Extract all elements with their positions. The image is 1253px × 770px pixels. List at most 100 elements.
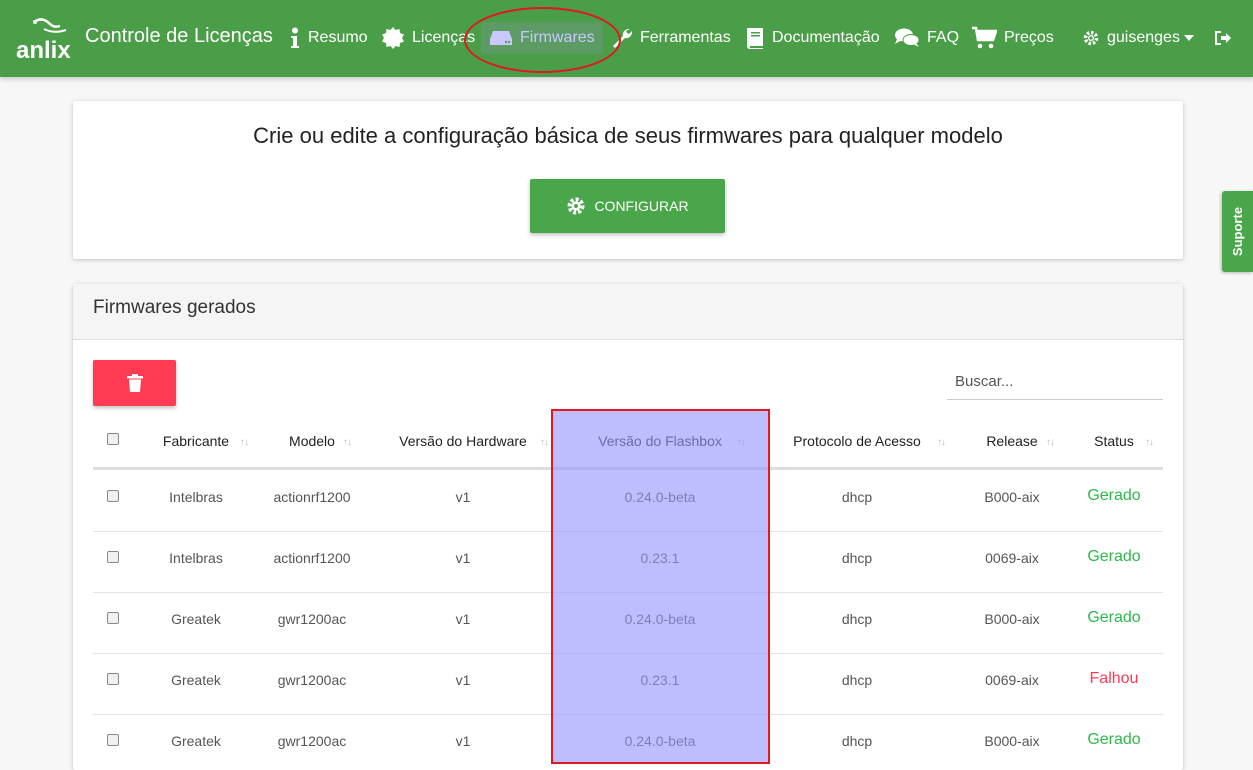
delete-button[interactable] [93,360,176,406]
cell-protocolo-acesso: dhcp [841,489,873,505]
cell-release: 0069-aix [985,550,1039,566]
status-badge: Falhou [1089,670,1139,687]
cell-modelo: actionrf1200 [273,489,351,505]
row-checkbox[interactable] [107,612,119,624]
anlix-logo[interactable]: anlix [14,14,76,64]
nav-licencas[interactable]: Licenças [381,22,475,54]
nav-faq-label: FAQ [927,29,960,46]
configure-button[interactable]: CONFIGURAR [530,179,725,233]
wrench-icon [613,28,633,48]
sort-icon[interactable]: ↑↓ [240,437,249,448]
sort-icon[interactable]: ↑↓ [1145,437,1154,448]
config-card-title: Crie ou edite a configuração básica de s… [253,123,1003,148]
nav-faq[interactable]: FAQ [894,22,959,54]
sign-out-icon [1215,31,1231,45]
sort-icon[interactable]: ↑↓ [737,437,746,448]
cell-release: B000-aix [984,733,1040,749]
cell-versao-flashbox: 0.23.1 [640,550,680,566]
column-header-protocolo-acesso[interactable]: Protocolo de Acesso [757,422,957,460]
row-divider [93,653,1163,654]
trash-icon [126,374,143,392]
nav-firmwares[interactable]: Firmwares [481,22,603,54]
cell-protocolo-acesso: dhcp [841,672,873,688]
status-badge: Gerado [1087,731,1141,748]
cell-fabricante: Intelbras [169,489,223,505]
cell-versao-flashbox: 0.24.0-beta [624,489,696,505]
nav-resumo-label: Resumo [308,29,368,46]
caret-down-icon [1183,35,1194,41]
cart-icon [972,26,997,49]
nav-documentacao-label: Documentação [772,29,880,46]
row-checkbox[interactable] [107,734,119,746]
nav-documentacao[interactable]: Documentação [745,22,880,54]
cell-release: B000-aix [984,611,1040,627]
book-icon [746,28,763,49]
row-checkbox[interactable] [107,673,119,685]
cell-modelo: actionrf1200 [273,550,351,566]
cell-versao-hardware: v1 [455,489,471,505]
cell-versao-flashbox: 0.23.1 [640,672,680,688]
cell-fabricante: Greatek [171,611,221,627]
svg-text:anlix: anlix [16,37,71,64]
support-tab[interactable]: Suporte [1222,191,1253,272]
cell-versao-hardware: v1 [455,672,471,688]
nav-precos-label: Preços [1004,29,1054,46]
hard-drive-icon [490,31,512,45]
row-divider [93,592,1163,593]
cell-release: 0069-aix [985,672,1039,688]
gear-icon [567,197,585,215]
cell-modelo: gwr1200ac [277,611,347,627]
app-title[interactable]: Controle de Licenças [85,25,273,48]
row-checkbox[interactable] [107,551,119,563]
cell-modelo: gwr1200ac [277,733,347,749]
cell-release: B000-aix [984,489,1040,505]
cell-versao-hardware: v1 [455,550,471,566]
user-menu[interactable]: guisenges [1082,22,1201,54]
info-icon [291,27,299,48]
sort-icon[interactable]: ↑↓ [937,437,946,448]
search-input[interactable] [947,364,1163,400]
status-badge: Gerado [1087,609,1141,626]
status-badge: Gerado [1087,548,1141,565]
sort-icon[interactable]: ↑↓ [1046,437,1055,448]
firmwares-card-header: Firmwares gerados [73,284,1183,340]
logout-button[interactable] [1214,22,1239,54]
cell-modelo: gwr1200ac [277,672,347,688]
select-all-checkbox[interactable] [107,433,119,445]
nav-precos[interactable]: Preços [971,22,1054,54]
cell-versao-flashbox: 0.24.0-beta [624,733,696,749]
firmwares-card-title: Firmwares gerados [93,297,256,318]
row-divider [93,714,1163,715]
config-card: Crie ou edite a configuração básica de s… [73,101,1183,259]
nav-ferramentas[interactable]: Ferramentas [611,22,731,54]
cell-protocolo-acesso: dhcp [841,733,873,749]
cell-protocolo-acesso: dhcp [841,550,873,566]
cell-fabricante: Greatek [171,672,221,688]
sort-icon[interactable]: ↑↓ [540,437,549,448]
firmwares-card: Firmwares gerados Fabricante↑↓Modelo↑↓Ve… [73,284,1183,770]
nav-resumo[interactable]: Resumo [289,22,368,54]
gear-icon [1083,30,1099,46]
user-name: guisenges [1107,29,1180,46]
column-header-fabricante[interactable]: Fabricante [141,422,251,460]
column-header-versao-flashbox[interactable]: Versão do Flashbox [570,422,750,460]
nav-licencas-label: Licenças [412,29,476,46]
nav-firmwares-label: Firmwares [520,29,595,46]
row-checkbox[interactable] [107,490,119,502]
cell-versao-flashbox: 0.24.0-beta [624,611,696,627]
support-tab-label: Suporte [1230,206,1245,257]
sort-icon[interactable]: ↑↓ [343,437,352,448]
column-highlight [551,409,770,764]
top-navbar: anlix Controle de Licenças Resumo Licenç… [0,0,1253,77]
cell-fabricante: Greatek [171,733,221,749]
nav-ferramentas-label: Ferramentas [640,29,731,46]
configure-button-label: CONFIGURAR [594,198,689,214]
gear-badge-icon [382,27,404,49]
column-header-versao-hardware[interactable]: Versão do Hardware [378,422,548,460]
row-divider [93,531,1163,532]
status-badge: Gerado [1087,487,1141,504]
cell-versao-hardware: v1 [455,733,471,749]
cell-fabricante: Intelbras [169,550,223,566]
cell-versao-hardware: v1 [455,611,471,627]
table-header-divider [93,467,1163,470]
